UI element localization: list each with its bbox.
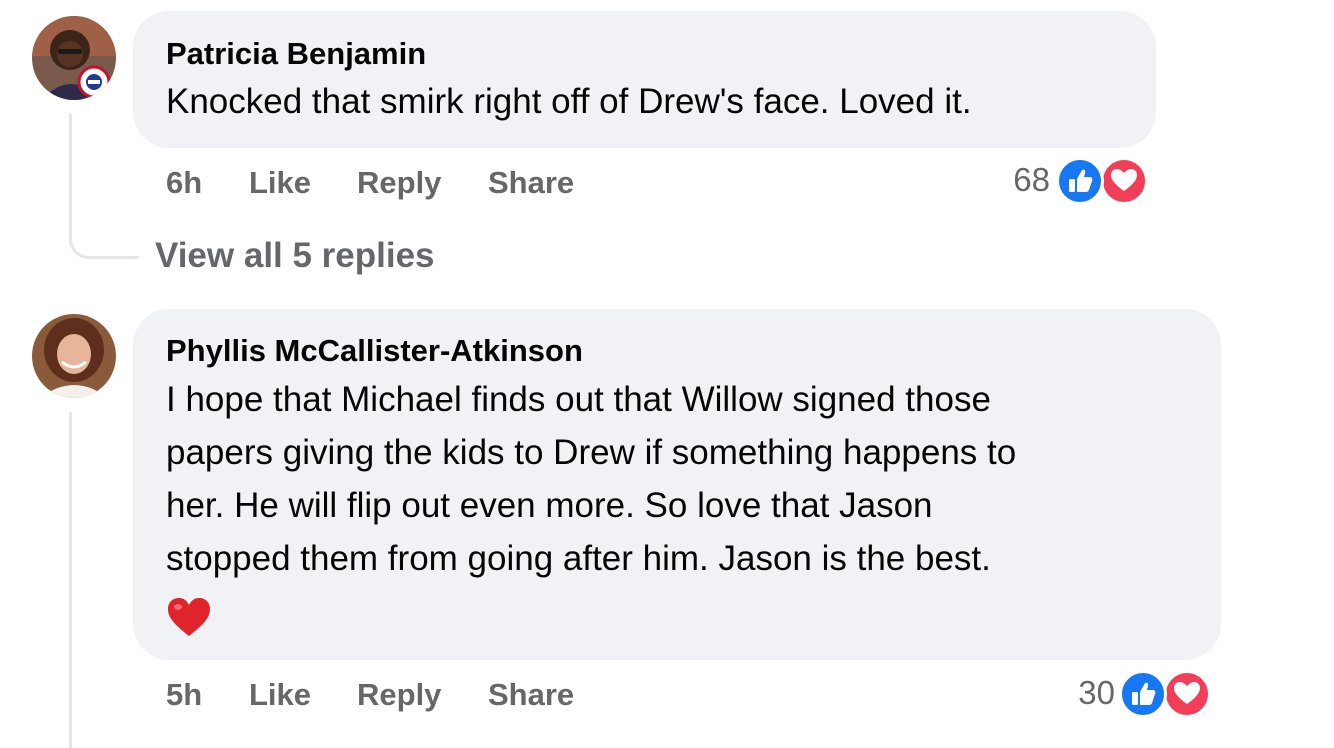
view-replies-link[interactable]: View all 5 replies [155, 236, 435, 276]
avatar[interactable] [32, 16, 116, 100]
avatar[interactable] [32, 314, 116, 398]
comment-timestamp[interactable]: 5h [166, 677, 202, 713]
share-button[interactable]: Share [488, 165, 574, 201]
comment-author[interactable]: Phyllis McCallister-Atkinson [166, 333, 583, 369]
reply-button[interactable]: Reply [357, 677, 441, 713]
red-heart-icon [166, 596, 212, 643]
comment-text-line: stopped them from going after him. Jason… [166, 539, 991, 578]
comment-timestamp[interactable]: 6h [166, 165, 202, 201]
like-button[interactable]: Like [249, 677, 311, 713]
love-reaction-icon [1163, 670, 1211, 718]
like-reaction-icon [1119, 670, 1167, 718]
comment-text: Knocked that smirk right off of Drew's f… [166, 75, 972, 128]
comment-text: I hope that Michael finds out that Willo… [166, 373, 1016, 585]
comment-text-line: papers giving the kids to Drew if someth… [166, 433, 1017, 472]
reply-button[interactable]: Reply [357, 165, 441, 201]
comment-text-line: her. He will flip out even more. So love… [166, 486, 933, 525]
comment-bubble: Patricia Benjamin Knocked that smirk rig… [133, 11, 1156, 148]
thread-connector-curve [69, 232, 139, 259]
like-button[interactable]: Like [249, 165, 311, 201]
reaction-count: 30 [1078, 674, 1115, 711]
love-reaction-icon [1100, 157, 1148, 205]
thread-connector [69, 114, 72, 245]
comment-phyllis-mccallister-atkinson: Phyllis McCallister-Atkinson I hope that… [0, 290, 1334, 748]
reaction-count: 68 [1013, 161, 1050, 198]
comment-bubble: Phyllis McCallister-Atkinson I hope that… [133, 309, 1221, 660]
reaction-summary[interactable]: 68 [990, 157, 1150, 207]
comment-text-line: Knocked that smirk right off of Drew's f… [166, 82, 972, 121]
reaction-summary[interactable]: 30 [1055, 670, 1215, 720]
like-reaction-icon [1056, 157, 1104, 205]
comment-text-line: I hope that Michael finds out that Willo… [166, 380, 991, 419]
comment-actions: 6h Like Reply Share [166, 165, 666, 205]
thread-connector [69, 412, 72, 748]
comment-actions: 5h Like Reply Share [166, 677, 666, 717]
comment-patricia-benjamin: Patricia Benjamin Knocked that smirk rig… [0, 0, 1334, 290]
share-button[interactable]: Share [488, 677, 574, 713]
comment-author[interactable]: Patricia Benjamin [166, 36, 426, 72]
